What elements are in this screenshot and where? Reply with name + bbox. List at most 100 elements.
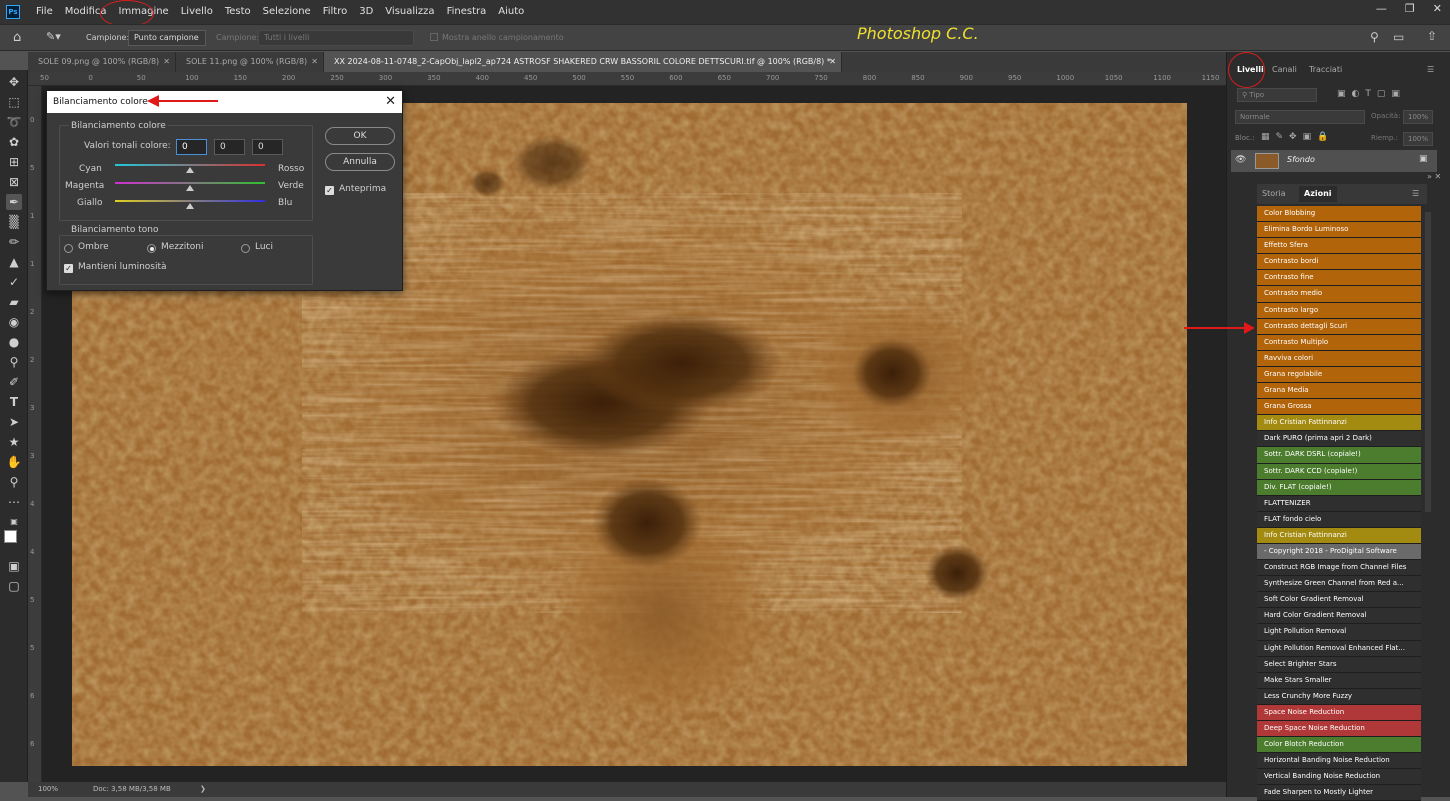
- action-item[interactable]: Space Noise Reduction: [1257, 704, 1421, 721]
- share-icon[interactable]: ⇧: [1427, 29, 1437, 43]
- blur-tool-icon[interactable]: ●: [6, 334, 22, 350]
- menu-livello[interactable]: Livello: [175, 0, 219, 24]
- yellow-blue-value[interactable]: 0: [252, 139, 283, 155]
- search-icon[interactable]: ⚲: [1370, 30, 1379, 44]
- close-tab-icon[interactable]: ✕: [311, 52, 318, 72]
- frame-tool-icon[interactable]: ⊠: [6, 174, 22, 190]
- close-window-icon[interactable]: ✕: [1433, 0, 1442, 18]
- menu-aiuto[interactable]: Aiuto: [492, 0, 530, 24]
- action-item[interactable]: FLAT fondo cielo: [1257, 511, 1421, 528]
- radio-mezzitoni[interactable]: [147, 244, 156, 253]
- action-item[interactable]: Light Pollution Removal: [1257, 624, 1421, 641]
- foreground-color-swatch[interactable]: [4, 530, 17, 543]
- menu-file[interactable]: File: [30, 0, 59, 24]
- action-item[interactable]: Info Cristian Fattinnanzi: [1257, 415, 1421, 432]
- tab-azioni[interactable]: Azioni: [1299, 186, 1337, 202]
- tab-tracciati[interactable]: Tracciati: [1309, 62, 1342, 78]
- action-item[interactable]: Light Pollution Removal Enhanced Flat...: [1257, 640, 1421, 657]
- action-item[interactable]: Grana Grossa: [1257, 399, 1421, 416]
- healing-brush-icon[interactable]: ▒: [6, 214, 22, 230]
- action-item[interactable]: Elimina Bordo Luminoso: [1257, 222, 1421, 239]
- action-item[interactable]: Contrasto bordi: [1257, 254, 1421, 271]
- action-item[interactable]: Contrasto dettagli Scuri: [1257, 318, 1421, 335]
- action-item[interactable]: Contrasto largo: [1257, 302, 1421, 319]
- sample-select[interactable]: Punto campione⌄: [128, 30, 206, 56]
- visibility-eye-icon[interactable]: 👁: [1235, 155, 1246, 165]
- action-item[interactable]: Color Blotch Reduction: [1257, 737, 1421, 754]
- cyan-red-value[interactable]: 0: [176, 139, 207, 155]
- cancel-button[interactable]: Annulla: [325, 153, 395, 171]
- tab-sole-09[interactable]: SOLE 09.png @ 100% (RGB/8) ✕: [28, 52, 176, 72]
- action-item[interactable]: Info Cristian Fattinnanzi: [1257, 527, 1421, 544]
- move-tool-icon[interactable]: ✥: [6, 74, 22, 90]
- action-item[interactable]: Deep Space Noise Reduction: [1257, 721, 1421, 738]
- menu-selezione[interactable]: Selezione: [257, 0, 317, 24]
- dialog-titlebar[interactable]: Bilanciamento colore ✕: [47, 91, 402, 113]
- preview-checkbox[interactable]: ✓: [325, 186, 334, 195]
- quick-select-tool-icon[interactable]: ✿: [6, 134, 22, 150]
- menu-testo[interactable]: Testo: [219, 0, 257, 24]
- action-item[interactable]: Grana regolabile: [1257, 366, 1421, 384]
- history-brush-icon[interactable]: ✓: [6, 274, 22, 290]
- eyedropper-icon[interactable]: ✒: [6, 194, 22, 210]
- action-item[interactable]: Sottr. DARK CCD (copiale!): [1257, 463, 1421, 480]
- action-item[interactable]: Ravviva colori: [1257, 350, 1421, 367]
- action-item[interactable]: FLATTENIZER: [1257, 495, 1421, 512]
- paint-bucket-icon[interactable]: ◉: [6, 314, 22, 330]
- action-item[interactable]: Less Crunchy More Fuzzy: [1257, 688, 1421, 705]
- collapse-panel-icon[interactable]: » ✕: [1427, 172, 1441, 181]
- marquee-tool-icon[interactable]: ⬚: [6, 94, 22, 110]
- cyan-red-slider-thumb[interactable]: [186, 167, 194, 173]
- action-item[interactable]: Grana Media: [1257, 383, 1421, 400]
- action-item[interactable]: Dark PURO (prima apri 2 Dark): [1257, 431, 1421, 448]
- quick-mask-icon[interactable]: ▣: [6, 558, 22, 574]
- eraser-tool-icon[interactable]: ▰: [6, 294, 22, 310]
- dodge-tool-icon[interactable]: ⚲: [6, 354, 22, 370]
- action-item[interactable]: Construct RGB Image from Channel Files: [1257, 560, 1421, 577]
- ok-button[interactable]: OK: [325, 127, 395, 145]
- action-item[interactable]: Soft Color Gradient Removal: [1257, 592, 1421, 609]
- fill-field[interactable]: 100%: [1403, 132, 1433, 146]
- tab-storia[interactable]: Storia: [1262, 186, 1286, 202]
- action-item[interactable]: - Copyright 2018 - ProDigital Software: [1257, 543, 1421, 561]
- action-item[interactable]: Horizontal Banding Noise Reduction: [1257, 753, 1421, 770]
- yellow-blue-slider-track[interactable]: [115, 200, 265, 202]
- action-item[interactable]: Vertical Banding Noise Reduction: [1257, 769, 1421, 786]
- magenta-green-slider-thumb[interactable]: [186, 185, 194, 191]
- minimize-icon[interactable]: —: [1376, 0, 1387, 18]
- action-item[interactable]: Contrasto Multiplo: [1257, 334, 1421, 351]
- layer-filter-icons[interactable]: ▣◐T▢▣: [1337, 89, 1406, 99]
- menu-finestra[interactable]: Finestra: [441, 0, 493, 24]
- magenta-green-value[interactable]: 0: [214, 139, 245, 155]
- ring-checkbox[interactable]: [430, 33, 438, 41]
- actions-menu-icon[interactable]: ☰: [1412, 186, 1419, 202]
- menu-visualizza[interactable]: Visualizza: [379, 0, 440, 24]
- sample2-select[interactable]: Tutti i livelli: [258, 30, 414, 46]
- action-item[interactable]: Fade Sharpen to Mostly Lighter: [1257, 785, 1421, 801]
- actions-scrollbar[interactable]: [1425, 212, 1431, 512]
- zoom-level[interactable]: 100%: [38, 782, 58, 797]
- clone-stamp-icon[interactable]: ▲: [6, 254, 22, 270]
- tab-active-document[interactable]: XX 2024-08-11-0748_2-CapObj_lapl2_ap724 …: [324, 52, 842, 72]
- action-item[interactable]: Contrasto medio: [1257, 286, 1421, 303]
- screen-mode-icon[interactable]: ▢: [6, 578, 22, 594]
- action-item[interactable]: Div. FLAT (copiale!): [1257, 479, 1421, 496]
- type-tool-icon[interactable]: T: [6, 394, 22, 410]
- status-arrow-icon[interactable]: ❯: [200, 782, 206, 797]
- layer-filter-field[interactable]: ⚲ Tipo: [1237, 88, 1317, 102]
- preserve-luminosity-checkbox[interactable]: ✓: [64, 264, 73, 273]
- pen-tool-icon[interactable]: ✐: [6, 374, 22, 390]
- brush-tool-icon[interactable]: ✏: [6, 234, 22, 250]
- action-item[interactable]: Color Blobbing: [1257, 206, 1421, 223]
- menu-filtro[interactable]: Filtro: [317, 0, 354, 24]
- menu-3d[interactable]: 3D: [353, 0, 379, 24]
- more-tools-icon[interactable]: ⋯: [6, 494, 22, 510]
- action-item[interactable]: Contrasto fine: [1257, 270, 1421, 287]
- lock-icons[interactable]: ▦✎✥▣🔒: [1261, 132, 1334, 142]
- action-item[interactable]: Hard Color Gradient Removal: [1257, 608, 1421, 625]
- layer-row-sfondo[interactable]: 👁 Sfondo ▣: [1231, 150, 1437, 172]
- panel-menu-icon[interactable]: ☰: [1427, 62, 1434, 78]
- close-tab-icon[interactable]: ✕: [829, 52, 836, 72]
- home-icon[interactable]: ⌂: [13, 30, 21, 45]
- zoom-tool-icon[interactable]: ⚲: [6, 474, 22, 490]
